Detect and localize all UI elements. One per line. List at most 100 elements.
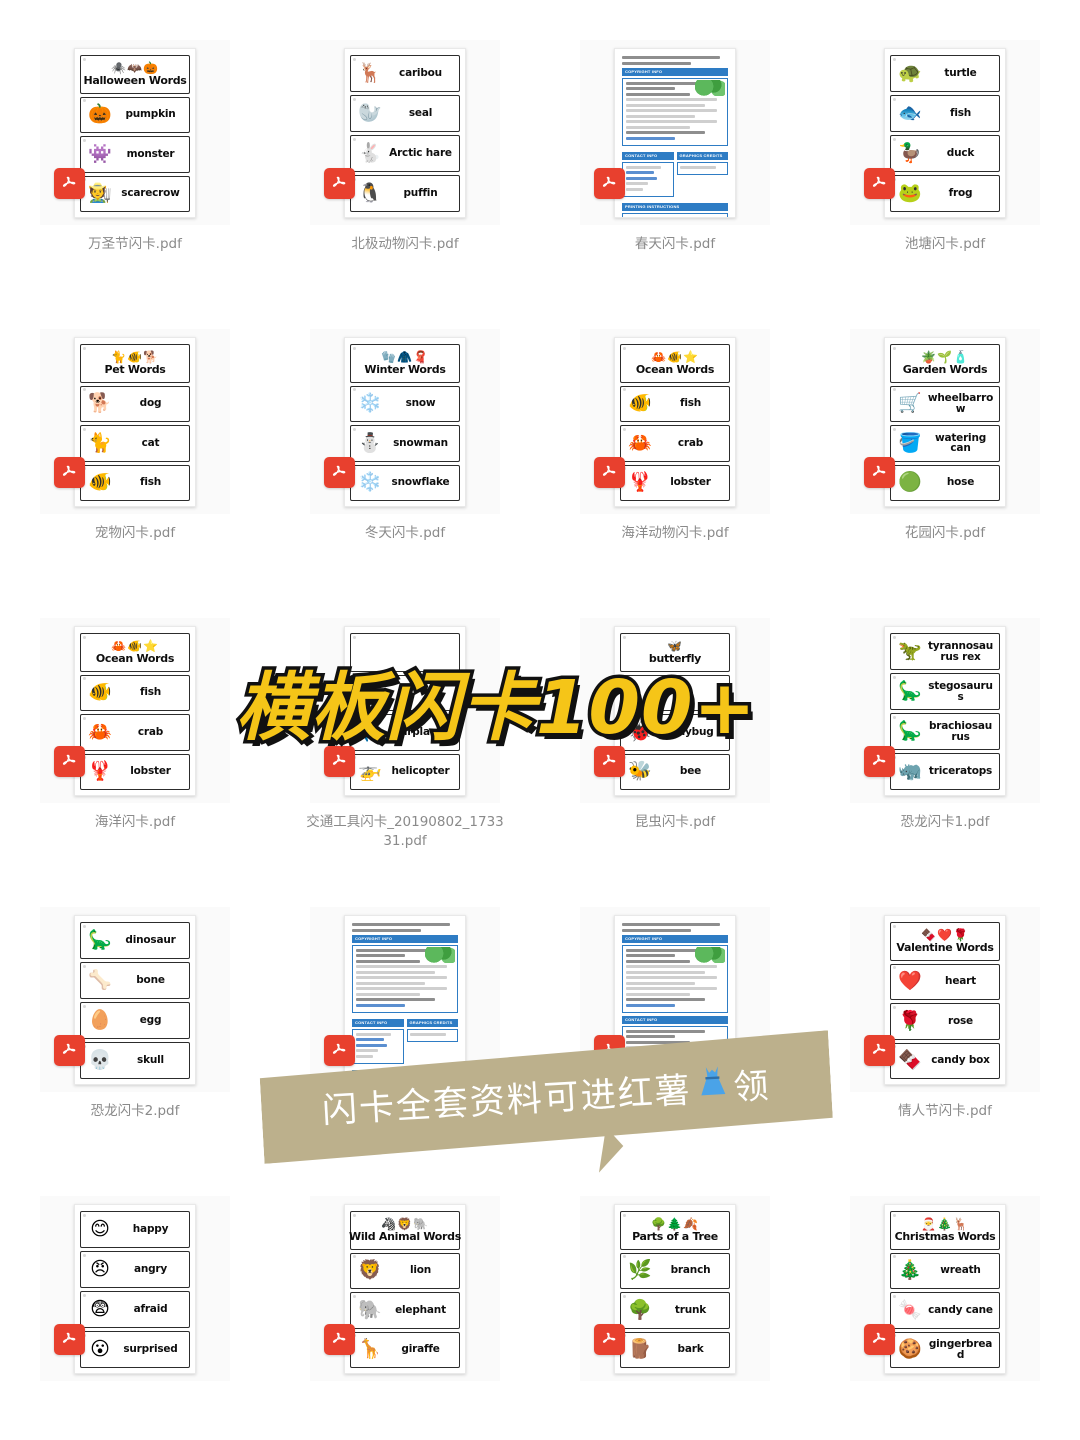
file-tile[interactable]: 🦌 caribou 🦭 seal 🐇 Arctic hare 🐧 puffin 北极动物闪卡.… <box>270 40 540 329</box>
flashcard-thumbnail: 😊 happy 😠 angry 😨 afraid 😮 surprised <box>74 1204 196 1374</box>
file-tile[interactable]: 😊 happy 😠 angry 😨 afraid 😮 surprised <box>0 1196 270 1440</box>
hole-punch-icon <box>83 57 86 61</box>
flashcard-strip: 👾 monster <box>80 136 190 173</box>
flashcard-word: triceratops <box>928 765 993 778</box>
flashcard-thumbnail: 🎅🎄🦌 Christmas Words 🎄 wreath 🍬 candy cane 🍪 gin… <box>884 1204 1006 1374</box>
flashcard-strip: 🦀 crab <box>80 714 190 751</box>
file-thumbnail[interactable]: 🐈🐠🐕 Pet Words 🐕 dog 🐈 cat 🐠 fish <box>40 329 230 514</box>
flashcard-picture: 😠 <box>90 1259 110 1280</box>
hole-punch-icon <box>623 388 626 391</box>
header-icons: 🦀🐠⭐ <box>111 638 159 653</box>
flashcard-thumbnail: 🕷️🦇🎃 Halloween Words 🎃 pumpkin 👾 monster 🧑‍🌾 sc… <box>74 48 196 218</box>
flashcard-word: helicopter <box>391 765 450 778</box>
file-thumbnail[interactable]: 🕷️🦇🎃 Halloween Words 🎃 pumpkin 👾 monster 🧑‍🌾 sc… <box>40 40 230 225</box>
file-thumbnail[interactable]: 🦀🐠⭐ Ocean Words 🐠 fish 🦀 crab 🦞 lobster <box>580 329 770 514</box>
flashcard-picture: 🦞 <box>88 761 112 783</box>
flashcard-word: bark <box>677 1343 704 1356</box>
flashcard-picture: 🦖 <box>898 641 922 662</box>
headline-overlay: 横板闪卡100+ <box>232 662 758 755</box>
flashcard-thumbnail: 🦖 tyrannosaurus rex 🦕 stegosaurus 🦕 brachiosa… <box>884 626 1006 796</box>
file-thumbnail[interactable]: 🦖 tyrannosaurus rex 🦕 stegosaurus 🦕 brachiosa… <box>850 618 1040 803</box>
file-name: 万圣节闪卡.pdf <box>88 236 182 252</box>
file-name: 花园闪卡.pdf <box>904 525 986 541</box>
flashcard-thumbnail: 🦌 caribou 🦭 seal 🐇 Arctic hare 🐧 puffin <box>344 48 466 218</box>
document-thumbnail: COPYRIGHT INFO CONTACT INFO GRAPHICS CREDI… <box>614 48 736 218</box>
file-tile[interactable]: 🍫❤️🌹 Valentine Words ❤️ heart 🌹 rose 🍫 candy bo… <box>810 907 1080 1196</box>
file-thumbnail[interactable]: 🪴🌱🧴 Garden Words 🛒 wheelbarrow 🪣 watering can… <box>850 329 1040 514</box>
file-tile[interactable]: 🌳🌲🍂 Parts of a Tree 🌿 branch 🌳 trunk 🪵 bark <box>540 1196 810 1440</box>
flashcard-word: snowman <box>393 436 448 449</box>
flashcard-picture: 🦭 <box>358 103 382 124</box>
file-thumbnail[interactable]: 🍫❤️🌹 Valentine Words ❤️ heart 🌹 rose 🍫 candy bo… <box>850 907 1040 1092</box>
flashcard-picture: 🎃 <box>88 104 112 126</box>
file-tile[interactable]: COPYRIGHT INFO CONTACT INFO GRAPHICS CREDI… <box>540 40 810 329</box>
file-thumbnail[interactable]: 🦕 dinosaur 🦴 bone 🥚 egg 💀 skull <box>40 907 230 1092</box>
file-thumbnail[interactable]: 😊 happy 😠 angry 😨 afraid 😮 surprised <box>40 1196 230 1381</box>
flashcard-thumbnail: 🦓🦁🐘 Wild Animal Words 🦁 lion 🐘 elephant 🦒 giraf… <box>344 1204 466 1374</box>
hole-punch-icon <box>623 427 626 431</box>
file-tile[interactable]: 🦀🐠⭐ Ocean Words 🐠 fish 🦀 crab 🦞 lobster 海洋动物闪卡.… <box>540 329 810 618</box>
flashcard-word: dog <box>139 397 162 410</box>
hole-punch-icon <box>83 716 86 720</box>
flashcard-picture: 🐠 <box>628 393 652 415</box>
header-icons: 🦀🐠⭐ <box>651 349 699 364</box>
file-thumbnail[interactable]: 🧤🧥🧣 Winter Words ❄️ snow ⛄ snowman ❄️ snowflake <box>310 329 500 514</box>
pdf-icon <box>54 746 85 777</box>
flashcard-header-strip: 🦓🦁🐘 Wild Animal Words <box>349 1211 461 1250</box>
flashcard-strip: 🦕 brachiosaurus <box>890 713 1000 750</box>
hole-punch-icon <box>893 1213 896 1217</box>
file-thumbnail[interactable]: 🎅🎄🦌 Christmas Words 🎄 wreath 🍬 candy cane 🍪 gin… <box>850 1196 1040 1381</box>
flashcard-word: rose <box>948 1014 973 1027</box>
file-tile[interactable]: 🧤🧥🧣 Winter Words ❄️ snow ⛄ snowman ❄️ snowflake… <box>270 329 540 618</box>
flashcard-strip: 🐕 dog <box>80 385 190 422</box>
flashcard-word: fish <box>139 476 162 489</box>
flashcard-picture: 🦌 <box>358 63 382 84</box>
flashcard-strip: 🦴 bone <box>80 962 190 999</box>
file-tile[interactable]: 🦀🐠⭐ Ocean Words 🐠 fish 🦀 crab 🦞 lobster 海洋闪卡.pd… <box>0 618 270 907</box>
flashcard-header-strip: 🕷️🦇🎃 Halloween Words <box>80 55 190 94</box>
file-tile[interactable]: 🦓🦁🐘 Wild Animal Words 🦁 lion 🐘 elephant 🦒 giraf… <box>270 1196 540 1440</box>
file-tile[interactable]: 🦕 dinosaur 🦴 bone 🥚 egg 💀 skull 恐龙闪卡2.pdf <box>0 907 270 1196</box>
flashcard-strip: 🦕 dinosaur <box>80 922 190 959</box>
flashcard-picture: 🐘 <box>358 1299 382 1321</box>
file-name: 春天闪卡.pdf <box>634 236 716 252</box>
flashcard-word: puffin <box>403 187 438 200</box>
flashcard-picture: 😮 <box>90 1339 110 1360</box>
file-thumbnail[interactable]: 🌳🌲🍂 Parts of a Tree 🌿 branch 🌳 trunk 🪵 bark <box>580 1196 770 1381</box>
file-tile[interactable]: 🪴🌱🧴 Garden Words 🛒 wheelbarrow 🪣 watering can… <box>810 329 1080 618</box>
hole-punch-icon <box>353 137 356 141</box>
banner-text-after: 领 <box>732 1066 772 1109</box>
flashcard-word: frog <box>948 187 973 200</box>
flashcard-picture: 🐠 <box>88 682 112 704</box>
file-tile[interactable]: 🐈🐠🐕 Pet Words 🐕 dog 🐈 cat 🐠 fish 宠物闪卡.pdf <box>0 329 270 618</box>
flashcard-picture: 🐧 <box>358 183 382 204</box>
hole-punch-icon <box>83 99 86 102</box>
pdf-icon <box>54 1035 85 1066</box>
header-icons: 🐈🐠🐕 <box>111 349 159 364</box>
flashcard-picture: ❤️ <box>898 971 922 993</box>
flashcard-strip: 🐸 frog <box>890 175 1000 212</box>
file-tile[interactable]: 🕷️🦇🎃 Halloween Words 🎃 pumpkin 👾 monster 🧑‍🌾 sc… <box>0 40 270 329</box>
hole-punch-icon <box>893 1255 896 1258</box>
file-tile[interactable]: 🦖 tyrannosaurus rex 🦕 stegosaurus 🦕 brachiosa… <box>810 618 1080 907</box>
hole-punch-icon <box>893 427 896 431</box>
file-thumbnail[interactable]: 🐢 turtle 🐟 fish 🦆 duck 🐸 frog <box>850 40 1040 225</box>
file-thumbnail[interactable]: COPYRIGHT INFO CONTACT INFO GRAPHICS CREDI… <box>580 40 770 225</box>
file-thumbnail[interactable]: 🦀🐠⭐ Ocean Words 🐠 fish 🦀 crab 🦞 lobster <box>40 618 230 803</box>
flashcard-picture: 🦒 <box>358 1339 382 1361</box>
flashcard-word: angry <box>133 1263 168 1276</box>
file-thumbnail[interactable]: 🦌 caribou 🦭 seal 🐇 Arctic hare 🐧 puffin <box>310 40 500 225</box>
file-thumbnail[interactable]: 🦓🦁🐘 Wild Animal Words 🦁 lion 🐘 elephant 🦒 giraf… <box>310 1196 500 1381</box>
hole-punch-icon <box>893 57 896 61</box>
file-tile[interactable]: 🎅🎄🦌 Christmas Words 🎄 wreath 🍬 candy cane 🍪 gin… <box>810 1196 1080 1440</box>
flashcard-word: crab <box>677 436 704 449</box>
header-title: Valentine Words <box>896 940 994 954</box>
file-tile[interactable]: 🐢 turtle 🐟 fish 🦆 duck 🐸 frog 池塘闪卡.pdf <box>810 40 1080 329</box>
file-name: 海洋动物闪卡.pdf <box>621 525 729 541</box>
flashcard-picture: 👾 <box>88 143 112 165</box>
doc-section-heading: GRAPHICS CREDITS <box>676 151 728 160</box>
flashcard-picture: 🐸 <box>898 183 922 204</box>
pdf-icon <box>324 168 355 199</box>
pdf-icon <box>864 1035 895 1066</box>
flashcard-strip: 🪣 watering can <box>890 425 1000 462</box>
